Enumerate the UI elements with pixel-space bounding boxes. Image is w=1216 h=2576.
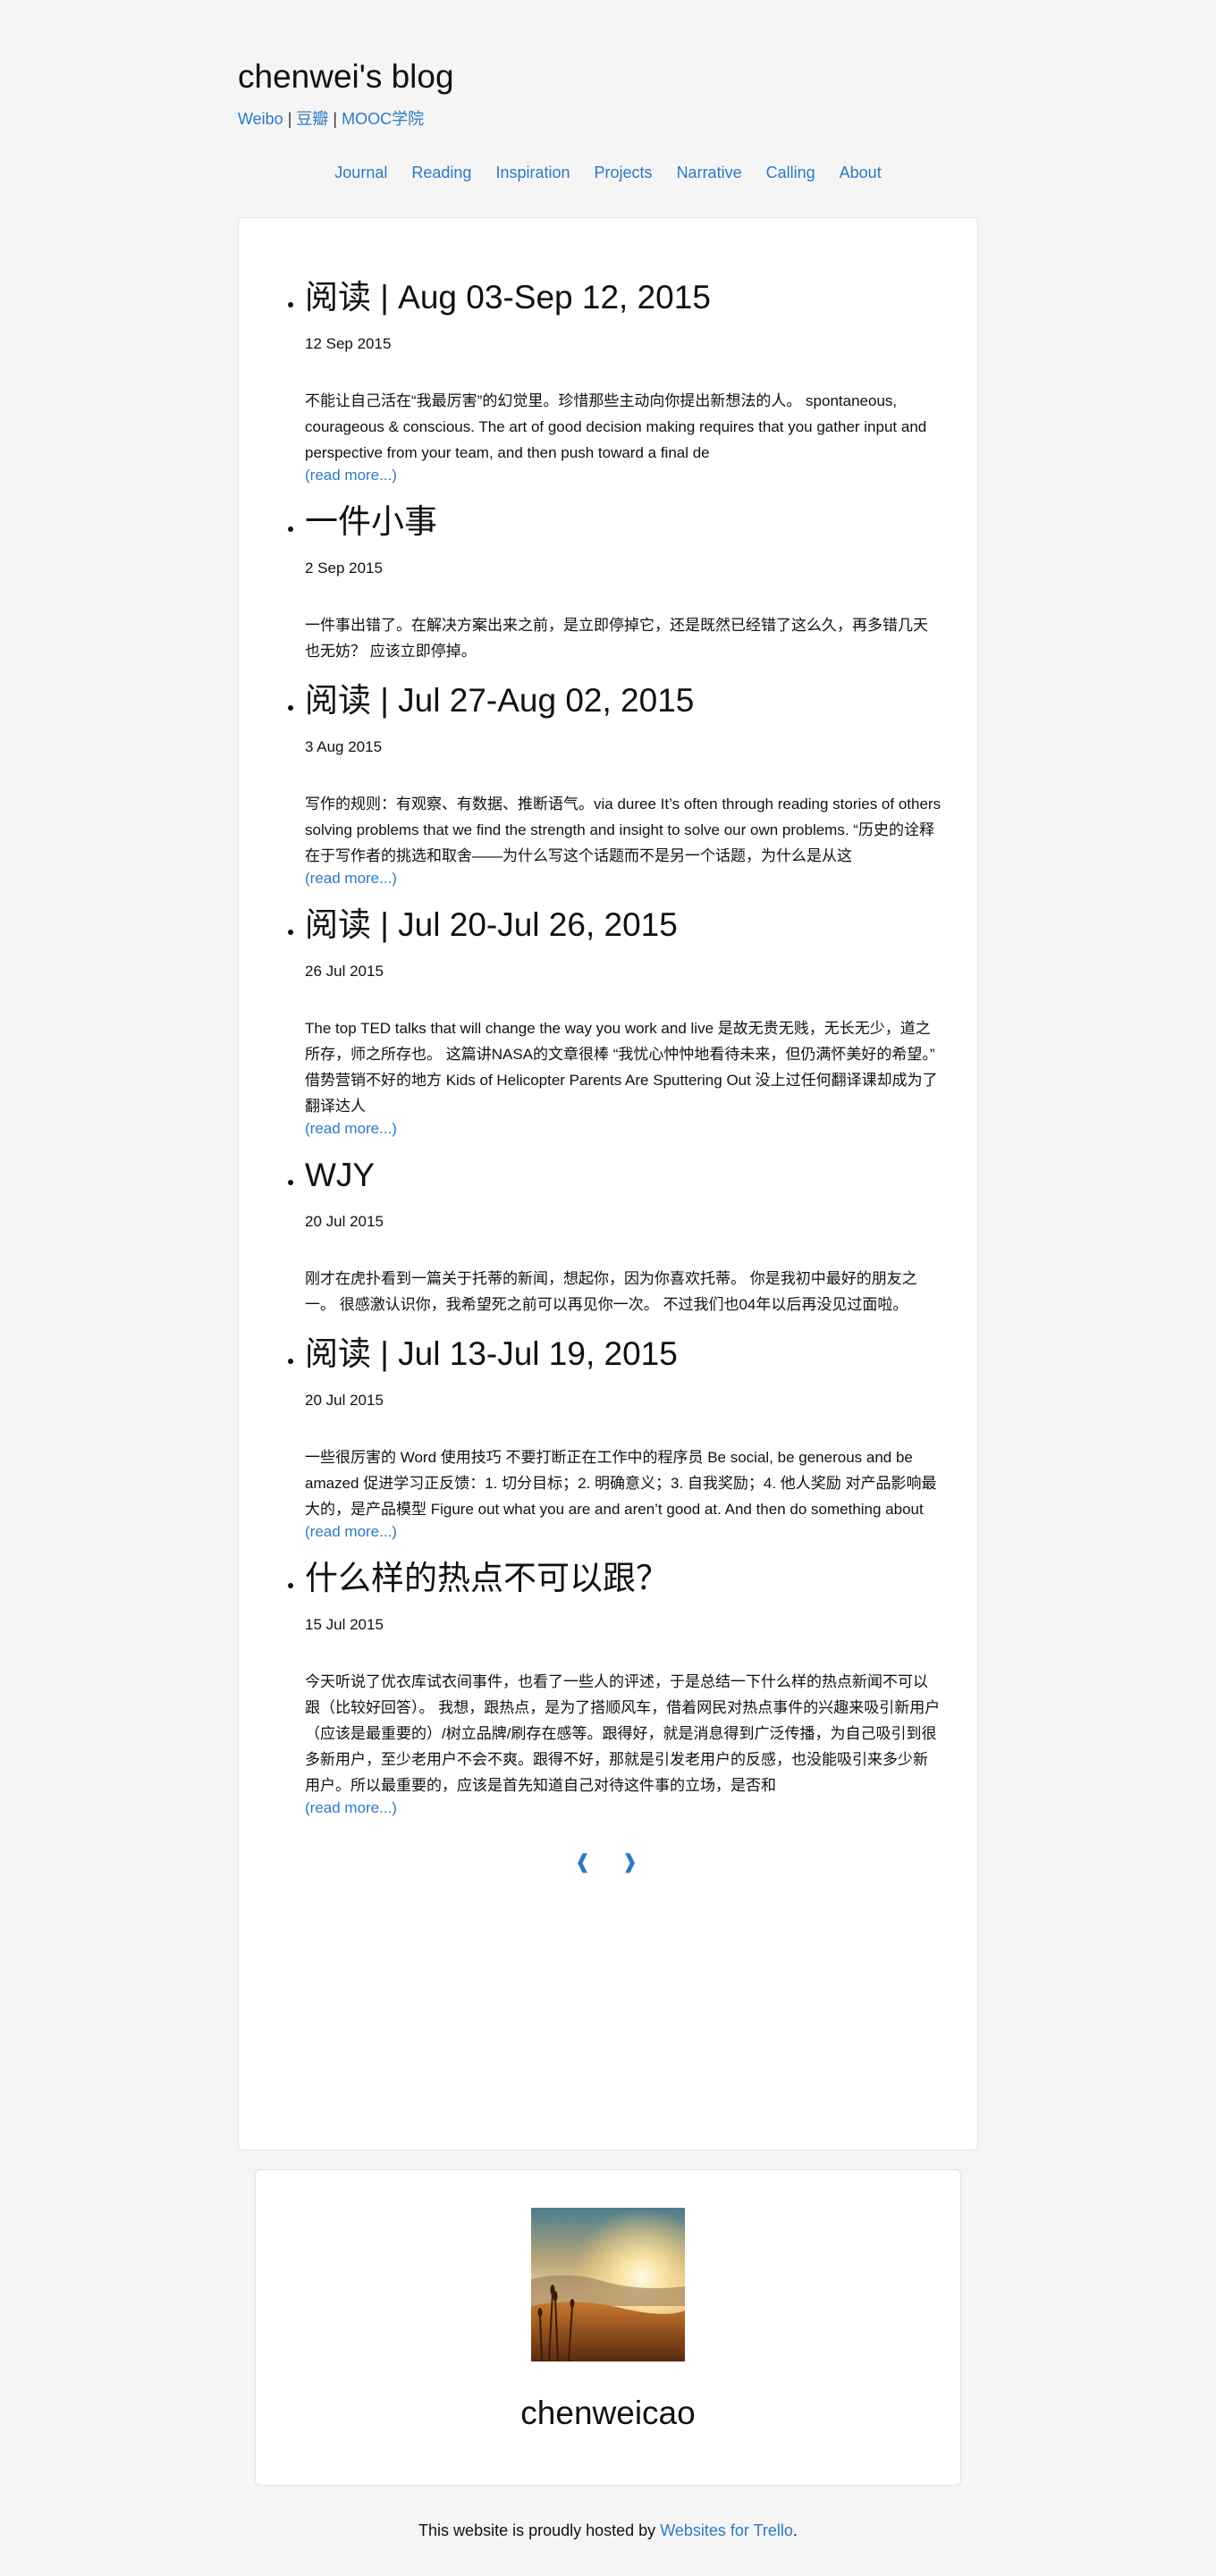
mooc-link[interactable]: MOOC学院 xyxy=(342,110,424,128)
post-title[interactable]: 阅读 | Aug 03-Sep 12, 2015 xyxy=(305,279,942,316)
nav-inspiration[interactable]: Inspiration xyxy=(495,164,570,181)
post-title[interactable]: WJY xyxy=(305,1157,942,1194)
post-date: 26 Jul 2015 xyxy=(305,963,384,980)
read-more-link[interactable]: (read more...) xyxy=(305,1522,942,1542)
prev-page-icon[interactable]: ❰ xyxy=(575,1850,595,1873)
read-more-link[interactable]: (read more...) xyxy=(305,1119,942,1139)
post-list: 阅读 | Aug 03-Sep 12, 2015 12 Sep 2015 不能让… xyxy=(239,218,977,1818)
post-excerpt: 写作的规则：有观察、有数据、推断语气。via duree It’s often … xyxy=(305,796,942,864)
weibo-link[interactable]: Weibo xyxy=(238,110,283,128)
post-date: 12 Sep 2015 xyxy=(305,335,392,352)
post-title[interactable]: 阅读 | Jul 27-Aug 02, 2015 xyxy=(305,682,942,720)
footer-text: This website is proudly hosted by xyxy=(418,2521,661,2539)
avatar xyxy=(531,2208,685,2361)
next-page-icon[interactable]: ❱ xyxy=(621,1850,641,1873)
post-excerpt: 一件事出错了。在解决方案出来之前，是立即停掉它，还是既然已经错了这么久，再多错几… xyxy=(305,617,928,660)
read-more-link[interactable]: (read more...) xyxy=(305,869,942,888)
social-links: Weibo | 豆瓣 | MOOC学院 xyxy=(238,109,978,129)
nav-journal[interactable]: Journal xyxy=(334,164,387,181)
read-more-link[interactable]: (read more...) xyxy=(305,466,942,485)
post-excerpt: The top TED talks that will change the w… xyxy=(305,1020,938,1115)
post-item: 什么样的热点不可以跟？ 15 Jul 2015 今天听说了优衣库试衣间事件，也看… xyxy=(288,1560,942,1818)
separator: | xyxy=(283,110,297,128)
post-excerpt: 今天听说了优衣库试衣间事件，也看了一些人的评述，于是总结一下什么样的热点新闻不可… xyxy=(305,1673,941,1794)
post-excerpt: 一些很厉害的 Word 使用技巧 不要打断正在工作中的程序员 Be social… xyxy=(305,1449,937,1518)
pagination: ❰ ❱ xyxy=(239,1850,977,1873)
profile-card: chenweicao xyxy=(255,2169,961,2486)
post-title[interactable]: 一件小事 xyxy=(305,503,942,541)
posts-card: 阅读 | Aug 03-Sep 12, 2015 12 Sep 2015 不能让… xyxy=(238,217,978,2151)
separator: | xyxy=(328,110,342,128)
profile-name: chenweicao xyxy=(520,2395,696,2431)
nav-calling[interactable]: Calling xyxy=(766,164,815,181)
footer-link[interactable]: Websites for Trello xyxy=(660,2521,793,2539)
nav-about[interactable]: About xyxy=(840,164,882,181)
nav-narrative[interactable]: Narrative xyxy=(677,164,742,181)
post-item: WJY 20 Jul 2015 刚才在虎扑看到一篇关于托蒂的新闻，想起你，因为你… xyxy=(288,1157,942,1317)
main-nav: Journal Reading Inspiration Projects Nar… xyxy=(238,163,978,182)
post-item: 阅读 | Jul 13-Jul 19, 2015 20 Jul 2015 一些很… xyxy=(288,1335,942,1542)
nav-reading[interactable]: Reading xyxy=(411,164,471,181)
post-date: 2 Sep 2015 xyxy=(305,560,383,577)
post-title[interactable]: 阅读 | Jul 20-Jul 26, 2015 xyxy=(305,906,942,944)
post-date: 20 Jul 2015 xyxy=(305,1392,384,1409)
post-excerpt: 不能让自己活在“我最厉害”的幻觉里。珍惜那些主动向你提出新想法的人。 spont… xyxy=(305,392,927,461)
post-date: 3 Aug 2015 xyxy=(305,738,383,755)
nav-projects[interactable]: Projects xyxy=(595,164,653,181)
post-date: 20 Jul 2015 xyxy=(305,1213,384,1230)
post-title[interactable]: 阅读 | Jul 13-Jul 19, 2015 xyxy=(305,1335,942,1373)
post-date: 15 Jul 2015 xyxy=(305,1616,384,1633)
post-item: 阅读 | Jul 27-Aug 02, 2015 3 Aug 2015 写作的规… xyxy=(288,682,942,888)
read-more-link[interactable]: (read more...) xyxy=(305,1798,942,1818)
page-container: chenwei's blog Weibo | 豆瓣 | MOOC学院 Journ… xyxy=(238,0,978,2540)
post-title[interactable]: 什么样的热点不可以跟？ xyxy=(305,1560,942,1597)
post-item: 阅读 | Aug 03-Sep 12, 2015 12 Sep 2015 不能让… xyxy=(288,279,942,485)
footer-end: . xyxy=(792,2521,798,2539)
post-excerpt: 刚才在虎扑看到一篇关于托蒂的新闻，想起你，因为你喜欢托蒂。 你是我初中最好的朋友… xyxy=(305,1270,917,1313)
post-item: 一件小事 2 Sep 2015 一件事出错了。在解决方案出来之前，是立即停掉它，… xyxy=(288,503,942,664)
footer: This website is proudly hosted by Websit… xyxy=(238,2521,978,2540)
post-item: 阅读 | Jul 20-Jul 26, 2015 26 Jul 2015 The… xyxy=(288,906,942,1139)
blog-title: chenwei's blog xyxy=(238,58,454,95)
douban-link[interactable]: 豆瓣 xyxy=(296,110,328,128)
